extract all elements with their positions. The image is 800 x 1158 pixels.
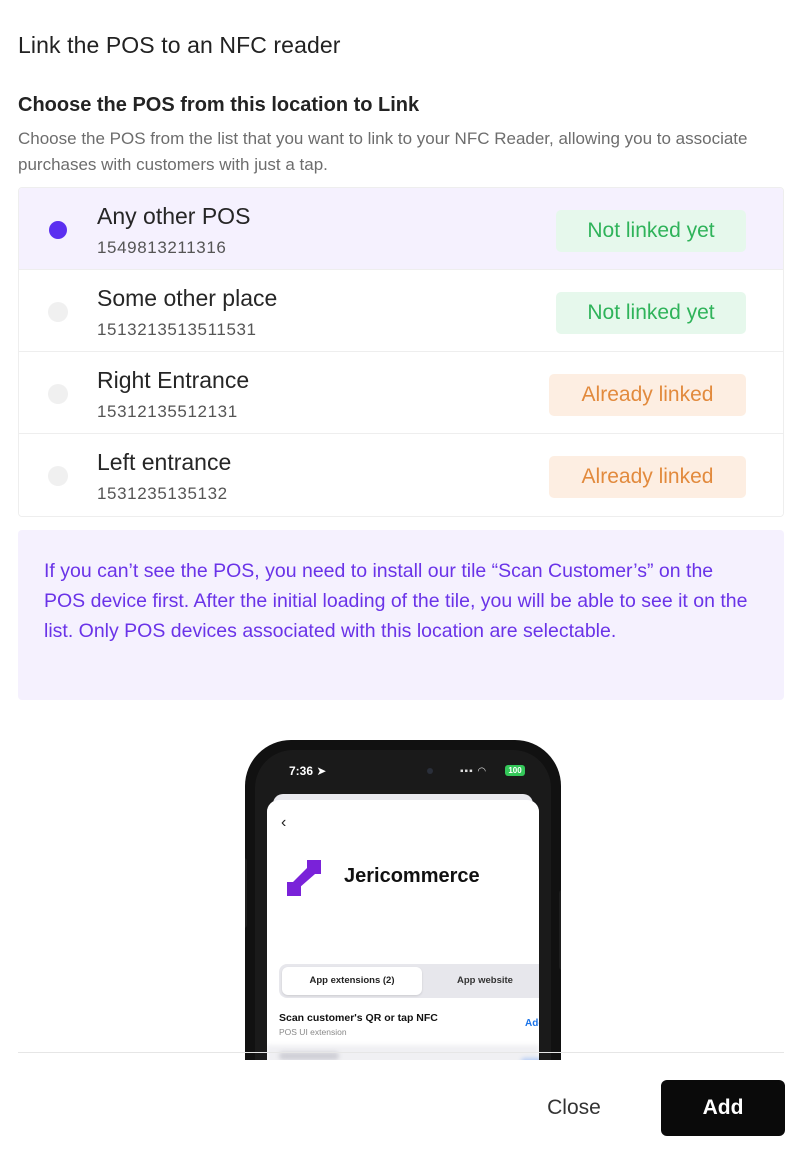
info-box: If you can’t see the POS, you need to in… xyxy=(18,530,784,700)
phone-side-button xyxy=(559,890,561,970)
signal-wifi-icon: ▪▪▪ ◠ xyxy=(460,766,488,777)
jericommerce-logo-icon xyxy=(287,860,321,896)
info-text: If you can’t see the POS, you need to in… xyxy=(44,560,748,642)
status-badge: Already linked xyxy=(549,374,746,416)
close-button[interactable]: Close xyxy=(520,1080,628,1136)
chevron-left-icon[interactable]: ‹ xyxy=(281,814,286,832)
pos-name: Some other place xyxy=(97,285,278,311)
radio-unselected-icon[interactable] xyxy=(48,384,68,404)
footer-divider xyxy=(18,1052,784,1053)
status-badge: Not linked yet xyxy=(556,292,746,334)
add-button[interactable]: Add xyxy=(661,1080,785,1136)
pos-row-some-other-place[interactable]: Some other place 1513213513511531 Not li… xyxy=(19,270,783,352)
phone-screen: 7:36 ➤ ▪▪▪ ◠ 100 ‹ Jericommerce App exte… xyxy=(255,750,551,1060)
tab-app-extensions[interactable]: App extensions (2) xyxy=(282,967,422,995)
extension-title: Scan customer's QR or tap NFC xyxy=(279,1012,438,1024)
location-arrow-icon: ➤ xyxy=(316,764,327,778)
tab-app-website[interactable]: App website xyxy=(425,967,539,995)
pos-name: Left entrance xyxy=(97,449,232,475)
section-description: Choose the POS from the list that you wa… xyxy=(18,129,748,174)
extension-subtitle: POS UI extension xyxy=(279,1027,347,1037)
radio-unselected-icon[interactable] xyxy=(48,466,68,486)
blurred-text xyxy=(279,1052,339,1060)
pos-name: Right Entrance xyxy=(97,367,250,393)
pos-id: 1531235135132 xyxy=(97,484,228,503)
app-name: Jericommerce xyxy=(344,865,480,887)
phone-frame: 7:36 ➤ ▪▪▪ ◠ 100 ‹ Jericommerce App exte… xyxy=(245,740,561,1060)
camera-dot xyxy=(427,768,433,774)
pos-id: 1513213513511531 xyxy=(97,320,257,339)
extension-add-link[interactable]: Add xyxy=(525,1018,539,1029)
section-title: Choose the POS from this location to Lin… xyxy=(18,94,420,116)
app-tabs: App extensions (2) App website xyxy=(279,964,539,998)
status-time: 7:36 ➤ xyxy=(289,764,327,778)
phone-side-button xyxy=(245,858,247,928)
status-badge: Already linked xyxy=(549,456,746,498)
app-sheet: ‹ Jericommerce App extensions (2) App we… xyxy=(267,800,539,1060)
pos-id: 15312135512131 xyxy=(97,402,238,421)
battery-icon: 100 xyxy=(505,765,525,776)
modal-title: Link the POS to an NFC reader xyxy=(18,32,341,58)
pos-row-left-entrance[interactable]: Left entrance 1531235135132 Already link… xyxy=(19,434,783,516)
phone-illustration: 7:36 ➤ ▪▪▪ ◠ 100 ‹ Jericommerce App exte… xyxy=(245,740,561,1060)
pos-row-any-other-pos[interactable]: Any other POS 1549813211316 Not linked y… xyxy=(19,188,783,270)
radio-unselected-icon[interactable] xyxy=(48,302,68,322)
pos-list: Any other POS 1549813211316 Not linked y… xyxy=(18,187,784,517)
status-badge: Not linked yet xyxy=(556,210,746,252)
blurred-button xyxy=(521,1058,539,1060)
app-sheet-content: ‹ Jericommerce App extensions (2) App we… xyxy=(267,800,539,1060)
pos-row-right-entrance[interactable]: Right Entrance 15312135512131 Already li… xyxy=(19,352,783,434)
pos-name: Any other POS xyxy=(97,203,251,229)
pos-id: 1549813211316 xyxy=(97,238,227,257)
radio-selected-icon[interactable] xyxy=(49,221,67,239)
link-pos-modal: Link the POS to an NFC reader Choose the… xyxy=(0,0,800,1158)
